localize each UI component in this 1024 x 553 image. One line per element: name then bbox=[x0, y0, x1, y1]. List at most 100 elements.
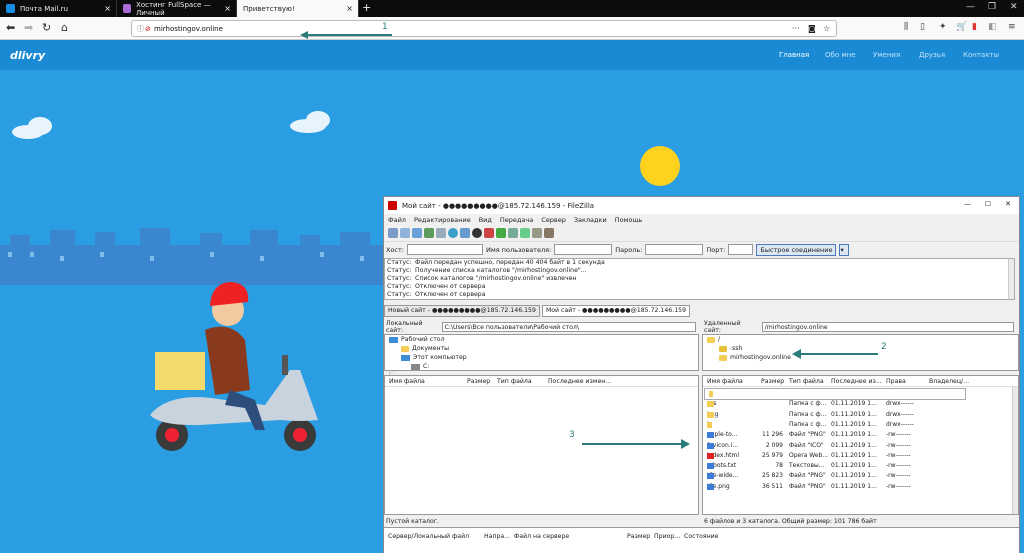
more-icon[interactable]: ··· bbox=[792, 24, 800, 33]
col-size[interactable]: Размер bbox=[761, 378, 784, 385]
extension-icon[interactable]: ✦ bbox=[939, 22, 947, 32]
queue-col-size[interactable]: Размер bbox=[627, 533, 650, 540]
queue-col-state[interactable]: Состояние bbox=[684, 533, 719, 540]
port-input[interactable] bbox=[728, 244, 754, 255]
nav-skills[interactable]: Умения bbox=[873, 51, 900, 59]
minimize-icon[interactable]: — bbox=[966, 2, 975, 12]
list-item[interactable]: apple-to... 11 296 Файл "PNG" 01.11.2019 1.… bbox=[703, 430, 1018, 440]
menu-edit[interactable]: Редактирование bbox=[414, 216, 471, 224]
tree-item[interactable]: / bbox=[707, 335, 1018, 344]
col-modified[interactable]: Последнее измен... bbox=[548, 378, 611, 385]
flag-icon[interactable]: ▮ bbox=[972, 22, 977, 32]
list-item[interactable]: .. bbox=[704, 388, 966, 400]
disconnect-icon[interactable] bbox=[484, 228, 494, 238]
close-icon[interactable]: × bbox=[224, 4, 231, 13]
username-input[interactable] bbox=[554, 244, 613, 255]
tree-item[interactable]: C: bbox=[389, 362, 698, 371]
tree-item[interactable]: Документы bbox=[389, 344, 698, 353]
restore-icon[interactable]: ❐ bbox=[988, 2, 996, 12]
list-item[interactable]: js Папка с ф... 01.11.2019 1... drwx------ bbox=[703, 420, 1018, 430]
host-input[interactable] bbox=[406, 244, 483, 255]
tab-fullspace[interactable]: Хостинг FullSpace — Личный × bbox=[117, 0, 237, 17]
list-item[interactable]: css Папка с ф... 01.11.2019 1... drwx------ bbox=[703, 399, 1018, 409]
refresh-icon[interactable] bbox=[448, 228, 458, 238]
home-icon[interactable]: ⌂ bbox=[61, 21, 68, 34]
queue-col-server-local[interactable]: Сервер/Локальный файл bbox=[388, 533, 469, 540]
cart-icon[interactable]: 🛒 bbox=[956, 22, 967, 32]
local-path-input[interactable]: C:\Users\Все пользователи\Рабочий стол\ bbox=[441, 322, 696, 332]
list-item[interactable]: tile-wide... 25 823 Файл "PNG" 01.11.2019 1… bbox=[703, 471, 1018, 481]
queue-col-remote-file[interactable]: Файл на сервере bbox=[514, 533, 569, 540]
new-tab-button[interactable]: + bbox=[362, 1, 371, 14]
site-logo[interactable]: dlivry bbox=[10, 49, 45, 62]
nav-about[interactable]: Обо мне bbox=[825, 51, 856, 59]
compare-icon[interactable] bbox=[508, 228, 518, 238]
cancel-icon[interactable] bbox=[472, 228, 482, 238]
filters-icon[interactable] bbox=[460, 228, 470, 238]
remote-list-scrollbar[interactable] bbox=[1012, 387, 1018, 514]
nav-home[interactable]: Главная bbox=[779, 51, 809, 59]
pocket-icon[interactable]: ◙ bbox=[808, 24, 816, 33]
list-item[interactable]: img Папка с ф... 01.11.2019 1... drwx------ bbox=[703, 410, 1018, 420]
library-icon[interactable]: ⫼ bbox=[904, 22, 908, 32]
forward-icon[interactable]: ➡ bbox=[24, 21, 33, 34]
menu-transfer[interactable]: Передача bbox=[500, 216, 533, 224]
log-scrollbar[interactable] bbox=[1008, 259, 1014, 299]
binoculars-icon[interactable] bbox=[544, 228, 554, 238]
toggle-remote-tree-icon[interactable] bbox=[424, 228, 434, 238]
toggle-queue-icon[interactable] bbox=[436, 228, 446, 238]
info-icon[interactable]: ⓘ bbox=[137, 24, 144, 34]
extension2-icon[interactable]: ◧ bbox=[988, 22, 997, 32]
col-type[interactable]: Тип файла bbox=[789, 378, 824, 385]
close-icon[interactable]: × bbox=[104, 4, 111, 13]
col-filename[interactable]: Имя файла bbox=[707, 378, 743, 385]
toggle-log-icon[interactable] bbox=[400, 228, 410, 238]
tree-item[interactable]: Рабочий стол bbox=[389, 335, 698, 344]
minimize-icon[interactable]: — bbox=[964, 200, 971, 208]
list-item[interactable]: favicon.i... 2 099 Файл "ICO" 01.11.2019 1.… bbox=[703, 441, 1018, 451]
sidebar-icon[interactable]: ▯ bbox=[920, 22, 925, 32]
col-size[interactable]: Размер bbox=[467, 378, 490, 385]
nav-contacts[interactable]: Контакты bbox=[963, 51, 999, 59]
sync-browse-icon[interactable] bbox=[520, 228, 530, 238]
list-item[interactable]: robots.txt 78 Текстовы... 01.11.2019 1... -r… bbox=[703, 461, 1018, 471]
search-icon[interactable] bbox=[532, 228, 542, 238]
tab-greeting[interactable]: Приветствую! × bbox=[237, 0, 359, 17]
tab-new-site[interactable]: Новый сайт - ●●●●●●●●●@185.72.146.159 bbox=[384, 305, 540, 317]
site-manager-icon[interactable] bbox=[388, 228, 398, 238]
nav-friends[interactable]: Друзья bbox=[919, 51, 945, 59]
menu-bookmarks[interactable]: Закладки bbox=[574, 216, 607, 224]
queue-col-direction[interactable]: Напра... bbox=[484, 533, 510, 540]
menu-server[interactable]: Сервер bbox=[541, 216, 566, 224]
col-type[interactable]: Тип файла bbox=[497, 378, 532, 385]
col-modified[interactable]: Последнее из... bbox=[831, 378, 882, 385]
maximize-icon[interactable]: ☐ bbox=[985, 200, 991, 208]
col-filename[interactable]: Имя файла bbox=[389, 378, 425, 385]
menu-view[interactable]: Вид bbox=[479, 216, 492, 224]
toggle-local-tree-icon[interactable] bbox=[412, 228, 422, 238]
list-item[interactable]: tile.png 36 511 Файл "PNG" 01.11.2019 1... -… bbox=[703, 482, 1018, 492]
tab-mail[interactable]: Почта Mail.ru × bbox=[0, 0, 117, 17]
queue-col-priority[interactable]: Приор... bbox=[654, 533, 680, 540]
tab-my-site[interactable]: Мой сайт - ●●●●●●●●●@185.72.146.159 bbox=[541, 305, 691, 317]
close-icon[interactable]: × bbox=[346, 4, 353, 13]
list-item[interactable]: index.html 25 979 Opera Web... 01.11.2019 1… bbox=[703, 451, 1018, 461]
back-icon[interactable]: ⬅ bbox=[6, 21, 15, 34]
list-item[interactable]: .. bbox=[385, 389, 698, 399]
tree-item[interactable]: Этот компьютер bbox=[389, 353, 698, 362]
col-permissions[interactable]: Права bbox=[886, 378, 906, 385]
col-owner[interactable]: Владелец/... bbox=[929, 378, 969, 385]
reconnect-icon[interactable] bbox=[496, 228, 506, 238]
menu-file[interactable]: Файл bbox=[388, 216, 406, 224]
password-input[interactable] bbox=[645, 244, 704, 255]
close-icon[interactable]: ✕ bbox=[1005, 200, 1011, 208]
close-window-icon[interactable]: ✕ bbox=[1010, 2, 1018, 12]
quickconnect-dropdown-icon[interactable]: ▾ bbox=[839, 243, 850, 256]
url-text[interactable]: mirhostingov.online bbox=[154, 25, 223, 33]
remote-path-input[interactable]: /mirhostingov.online bbox=[761, 322, 1014, 332]
menu-icon[interactable]: ≡ bbox=[1008, 22, 1016, 32]
quickconnect-button[interactable]: Быстрое соединение bbox=[756, 243, 837, 256]
reload-icon[interactable]: ↻ bbox=[42, 21, 51, 34]
bookmark-star-icon[interactable]: ☆ bbox=[823, 24, 830, 33]
menu-help[interactable]: Помощь bbox=[615, 216, 643, 224]
